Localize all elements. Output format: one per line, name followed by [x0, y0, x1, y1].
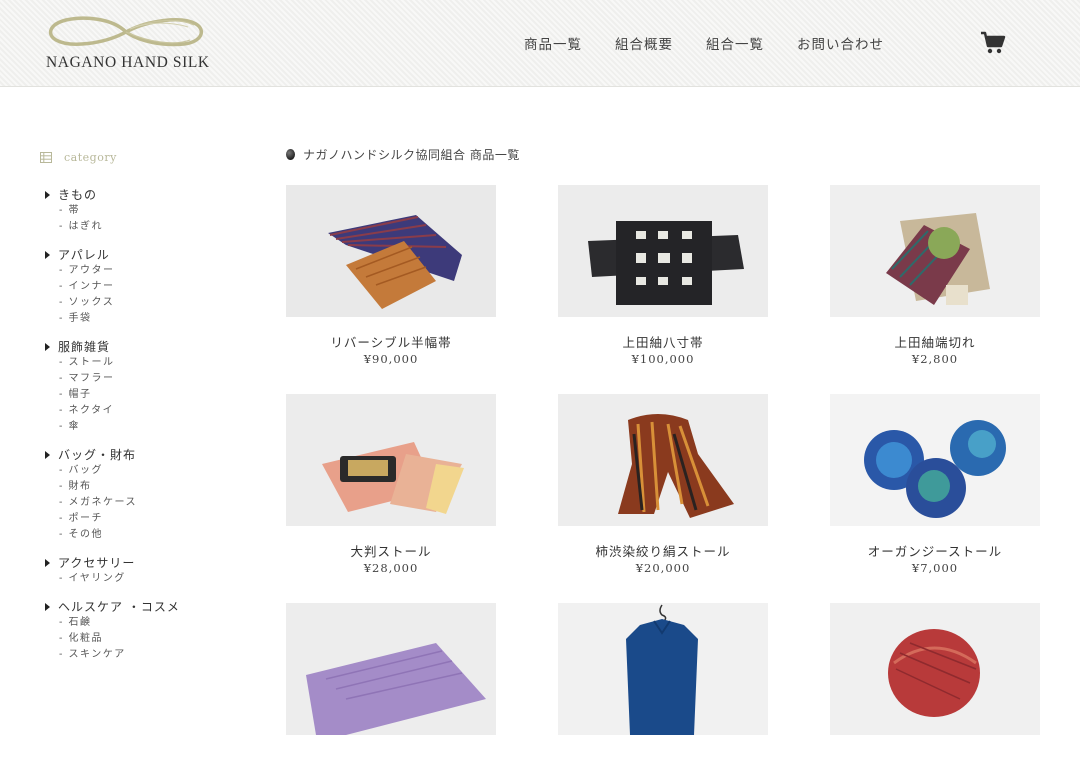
product-name[interactable] — [558, 750, 768, 768]
product-name[interactable]: 上田紬端切れ — [830, 332, 1040, 350]
caret-right-icon — [45, 603, 50, 611]
site-logo[interactable]: NAGANO HAND SILK — [44, 12, 214, 74]
product-card[interactable]: 柿渋染絞り絹ストール ¥20,000 — [558, 394, 768, 575]
subcategory-link[interactable]: - 傘 — [40, 419, 240, 435]
product-card[interactable]: 上田紬端切れ ¥2,800 — [830, 185, 1040, 366]
subcategory-link[interactable]: - 帽子 — [40, 387, 240, 403]
subcategory-link[interactable]: - バッグ — [40, 463, 240, 479]
nav-about[interactable]: 組合概要 — [615, 33, 673, 53]
section-title: ナガノハンドシルク協同組合 商品一覧 — [303, 146, 520, 163]
subcategory-link[interactable]: - 帯 — [40, 203, 240, 219]
product-image[interactable] — [830, 394, 1040, 526]
product-image[interactable] — [286, 185, 496, 317]
product-price: ¥90,000 — [286, 352, 496, 366]
caret-right-icon — [45, 559, 50, 567]
category-group-apparel: アパレル - アウター - インナー - ソックス - 手袋 — [40, 246, 240, 327]
product-image[interactable] — [558, 185, 768, 317]
product-card[interactable] — [558, 603, 768, 770]
product-card[interactable]: 大判ストール ¥28,000 — [286, 394, 496, 575]
category-bags-wallets[interactable]: バッグ・財布 — [40, 446, 240, 463]
product-name[interactable]: オーガンジーストール — [830, 541, 1040, 559]
main-nav: 商品一覧 組合概要 組合一覧 お問い合わせ — [524, 33, 917, 53]
caret-right-icon — [45, 343, 50, 351]
bullet-icon — [286, 149, 295, 160]
site-header: NAGANO HAND SILK 商品一覧 組合概要 組合一覧 お問い合わせ — [0, 0, 1080, 87]
category-title: category — [64, 151, 117, 164]
product-price: ¥20,000 — [558, 561, 768, 575]
subcategory-link[interactable]: - 化粧品 — [40, 631, 240, 647]
product-name[interactable]: 大判ストール — [286, 541, 496, 559]
product-image[interactable] — [558, 394, 768, 526]
product-card[interactable] — [286, 603, 496, 770]
subcategory-link[interactable]: - メガネケース — [40, 495, 240, 511]
product-image[interactable] — [286, 394, 496, 526]
subcategory-link[interactable]: - インナー — [40, 279, 240, 295]
category-healthcare-cosmetics[interactable]: ヘルスケア ・コスメ — [40, 598, 240, 615]
product-image[interactable] — [286, 603, 496, 735]
category-apparel[interactable]: アパレル — [40, 246, 240, 263]
product-price: ¥100,000 — [558, 352, 768, 366]
category-accessories[interactable]: アクセサリー — [40, 554, 240, 571]
cart-icon[interactable] — [980, 31, 1006, 55]
product-image[interactable] — [830, 185, 1040, 317]
category-header: category — [40, 148, 240, 166]
caret-right-icon — [45, 251, 50, 259]
product-name[interactable]: 柿渋染絞り絹ストール — [558, 541, 768, 559]
category-group-bags: バッグ・財布 - バッグ - 財布 - メガネケース - ポーチ - その他 — [40, 446, 240, 543]
subcategory-link[interactable]: - スキンケア — [40, 647, 240, 663]
nav-contact[interactable]: お問い合わせ — [797, 33, 884, 53]
product-name[interactable] — [286, 750, 496, 768]
product-card[interactable]: 上田紬八寸帯 ¥100,000 — [558, 185, 768, 366]
product-name[interactable] — [830, 750, 1040, 768]
subcategory-link[interactable]: - マフラー — [40, 371, 240, 387]
subcategory-link[interactable]: - ソックス — [40, 295, 240, 311]
caret-right-icon — [45, 191, 50, 199]
product-price: ¥7,000 — [830, 561, 1040, 575]
section-heading: ナガノハンドシルク協同組合 商品一覧 — [286, 146, 520, 163]
caret-right-icon — [45, 451, 50, 459]
product-card[interactable]: オーガンジーストール ¥7,000 — [830, 394, 1040, 575]
subcategory-link[interactable]: - 財布 — [40, 479, 240, 495]
product-price: ¥2,800 — [830, 352, 1040, 366]
product-card[interactable] — [830, 603, 1040, 770]
nav-products[interactable]: 商品一覧 — [524, 33, 582, 53]
category-group-accessories-goods: 服飾雑貨 - ストール - マフラー - 帽子 - ネクタイ - 傘 — [40, 338, 240, 435]
product-image[interactable] — [558, 603, 768, 735]
subcategory-link[interactable]: - アウター — [40, 263, 240, 279]
category-group-accessory: アクセサリー - イヤリング — [40, 554, 240, 587]
product-price: ¥28,000 — [286, 561, 496, 575]
product-name[interactable]: リバーシブル半幅帯 — [286, 332, 496, 350]
category-group-kimono: きもの - 帯 - はぎれ — [40, 186, 240, 235]
product-name[interactable]: 上田紬八寸帯 — [558, 332, 768, 350]
category-kimono[interactable]: きもの — [40, 186, 240, 203]
subcategory-link[interactable]: - イヤリング — [40, 571, 240, 587]
subcategory-link[interactable]: - ポーチ — [40, 511, 240, 527]
subcategory-link[interactable]: - 手袋 — [40, 311, 240, 327]
infinity-logo-icon — [44, 12, 209, 52]
category-sidebar: category きもの - 帯 - はぎれ アパレル - アウター - インナ… — [40, 148, 240, 674]
category-fashion-goods[interactable]: 服飾雑貨 — [40, 338, 240, 355]
subcategory-link[interactable]: - 石鹸 — [40, 615, 240, 631]
subcategory-link[interactable]: - ネクタイ — [40, 403, 240, 419]
subcategory-link[interactable]: - ストール — [40, 355, 240, 371]
logo-text: NAGANO HAND SILK — [46, 54, 210, 72]
subcategory-link[interactable]: - はぎれ — [40, 219, 240, 235]
subcategory-link[interactable]: - その他 — [40, 527, 240, 543]
nav-members[interactable]: 組合一覧 — [706, 33, 764, 53]
category-group-healthcare: ヘルスケア ・コスメ - 石鹸 - 化粧品 - スキンケア — [40, 598, 240, 663]
list-icon — [40, 152, 52, 163]
product-image[interactable] — [830, 603, 1040, 735]
product-card[interactable]: リバーシブル半幅帯 ¥90,000 — [286, 185, 496, 366]
